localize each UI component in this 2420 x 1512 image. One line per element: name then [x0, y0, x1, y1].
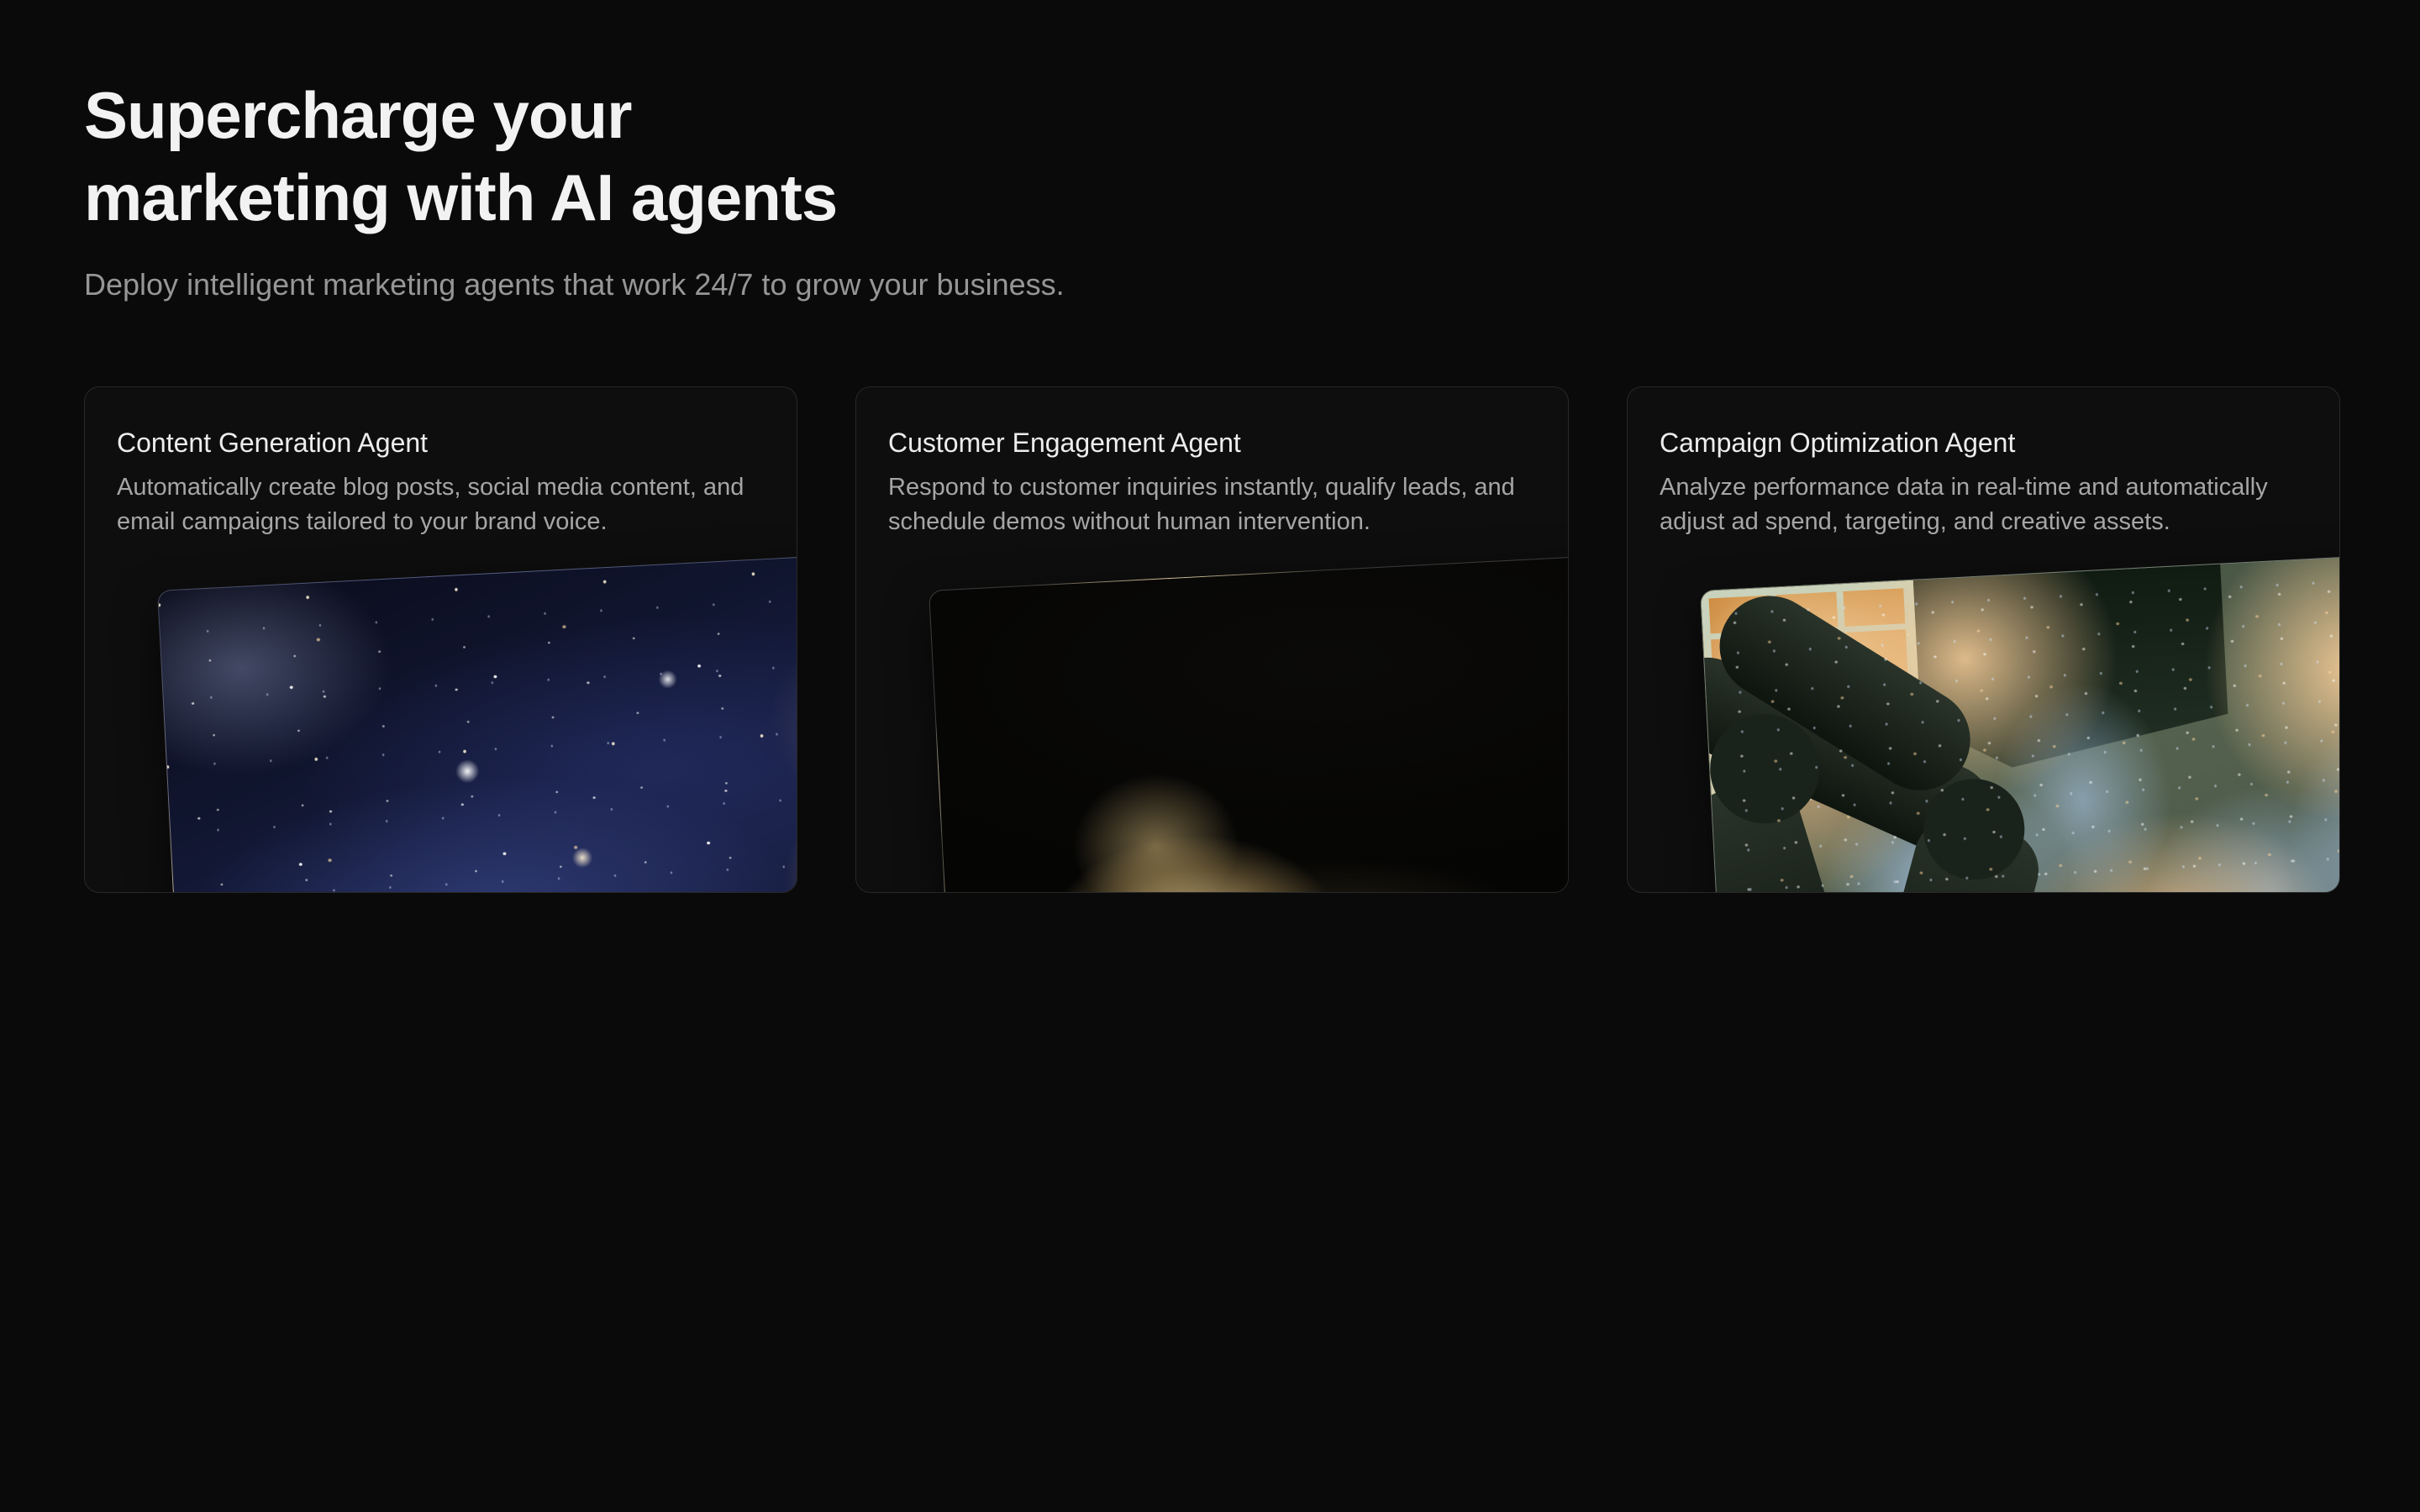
- sparkle-particles-layer: [1701, 550, 2340, 893]
- smoke-haze-layer: [929, 550, 1569, 893]
- robot-arms-house-sparkle-clouds-image: [1700, 549, 2340, 893]
- page: Supercharge your marketing with AI agents…: [0, 0, 2420, 1512]
- golden-smoke-and-glowing-hand-image: [929, 549, 1569, 893]
- page-subtitle: Deploy intelligent marketing agents that…: [84, 265, 2339, 304]
- page-title-line1: Supercharge your: [84, 78, 632, 152]
- agent-card-customer-engagement[interactable]: Customer Engagement Agent Respond to cus…: [855, 386, 1569, 893]
- card-description: Automatically create blog posts, social …: [117, 470, 763, 539]
- agent-cards-row: Content Generation Agent Automatically c…: [84, 386, 2339, 893]
- page-title-line2: marketing with AI agents: [84, 160, 837, 234]
- card-title: Content Generation Agent: [117, 426, 763, 459]
- agent-card-content-generation[interactable]: Content Generation Agent Automatically c…: [84, 386, 797, 893]
- card-title: Customer Engagement Agent: [888, 426, 1534, 459]
- card-title: Campaign Optimization Agent: [1660, 426, 2306, 459]
- card-description: Analyze performance data in real-time an…: [1660, 470, 2306, 539]
- agent-card-campaign-optimization[interactable]: Campaign Optimization Agent Analyze perf…: [1627, 386, 2340, 893]
- hero-section: Supercharge your marketing with AI agents…: [84, 74, 2339, 304]
- galaxy-nebula-starfield-image: [157, 549, 797, 893]
- page-title: Supercharge your marketing with AI agents: [84, 74, 2339, 239]
- starfield-layer: [158, 550, 797, 893]
- card-description: Respond to customer inquiries instantly,…: [888, 470, 1534, 539]
